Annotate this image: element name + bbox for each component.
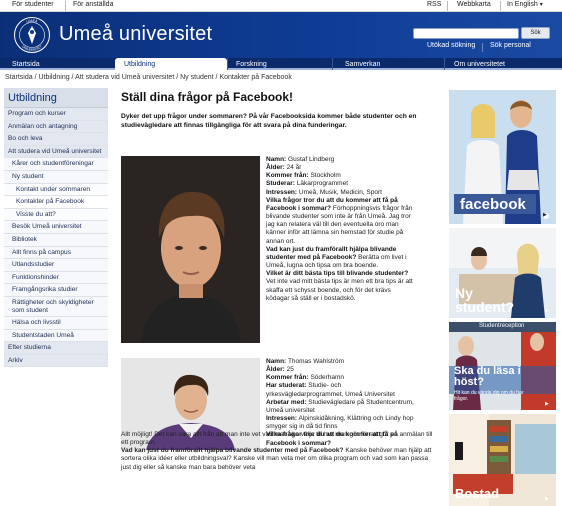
breadcrumb-item[interactable]: Utbildning	[38, 74, 69, 81]
tab-om-universitetet[interactable]: Om universitetet	[445, 58, 562, 70]
ad-facebook-label: facebook	[460, 196, 526, 213]
tab-startsida[interactable]: Startsida	[3, 58, 118, 70]
ad-study-sub: Hit kan du vända dig om du har frågor.	[454, 390, 524, 402]
top-utility-bar: För studenter För anställda RSS Webbkart…	[0, 0, 562, 12]
divider	[500, 1, 501, 11]
link-for-students[interactable]: För studenter	[12, 1, 54, 8]
link-english[interactable]: In English ▾	[507, 1, 543, 8]
ad-facebook[interactable]: facebook ▶	[449, 90, 556, 224]
breadcrumb: Startsida / Utbildning / Att studera vid…	[5, 74, 292, 81]
sidebar-item[interactable]: Efter studierna	[4, 342, 108, 355]
ad-housing[interactable]: Bostad ▶	[449, 414, 556, 506]
breadcrumb-item[interactable]: Startsida	[5, 74, 33, 81]
play-icon: ▶	[545, 401, 549, 407]
ad-study-title: Ska du läsa i höst?	[454, 365, 521, 388]
sidebar-item[interactable]: Framgångsrika studier	[4, 284, 108, 297]
link-rss[interactable]: RSS	[427, 1, 441, 8]
play-icon: ▶	[545, 496, 549, 502]
divider	[482, 43, 483, 52]
sidebar-item[interactable]: Bibliotek	[4, 233, 108, 247]
main-navigation: Startsida Utbildning Forskning Samverkan…	[0, 58, 562, 70]
play-icon: ▶	[545, 308, 549, 314]
sidebar-item[interactable]: Hälsa och livsstil	[4, 317, 108, 330]
profile-gustaf: Namn: Gustaf Lindberg Ålder: 24 år Komme…	[266, 156, 413, 302]
search-button[interactable]: Sök	[521, 27, 550, 39]
sidebar-item[interactable]: Att studera vid Umeå universitet	[4, 145, 108, 159]
english-label: In English	[507, 1, 538, 8]
ad-study-banner: Studentreception	[479, 323, 525, 329]
sidebar-item[interactable]: Anmälan och antagning	[4, 120, 108, 134]
sidebar-item[interactable]: Utlandsstudier	[4, 259, 108, 272]
breadcrumb-item[interactable]: Att studera vid Umeå universitet	[75, 74, 174, 81]
sidebar-item[interactable]: Funktionshinder	[4, 271, 108, 285]
breadcrumb-current: Kontakter på Facebook	[219, 74, 292, 81]
profile-photo-gustaf	[121, 156, 260, 343]
search-input[interactable]	[413, 28, 519, 39]
chevron-down-icon: ▾	[539, 2, 543, 8]
sidebar-item-current[interactable]: Kontakter på Facebook	[4, 196, 108, 209]
sidebar-item[interactable]: Kontakt under sommaren	[4, 183, 108, 197]
seal-icon: UMEÅ UNIVERSITET	[14, 17, 50, 53]
divider	[447, 1, 448, 11]
sidebar-nav: Utbildning Program och kurser Anmälan oc…	[4, 88, 108, 368]
ad-new-student[interactable]: Ny student? ▶	[449, 228, 556, 318]
intro-text: Dyker det upp frågor under sommaren? På …	[121, 113, 417, 129]
university-logo[interactable]: UMEÅ UNIVERSITET	[13, 16, 51, 54]
main-content: Ställ dina frågor på Facebook! Dyker det…	[121, 90, 439, 130]
sidebar-heading[interactable]: Utbildning	[4, 88, 108, 108]
ad-study-reception[interactable]: Studentreception Ska du läsa i höst? Hit…	[449, 322, 556, 410]
link-sitemap[interactable]: Webbkarta	[457, 1, 491, 8]
advanced-search-link[interactable]: Utökad sökning	[427, 42, 475, 49]
svg-text:UMEÅ: UMEÅ	[26, 18, 39, 24]
sidebar-item[interactable]: Rättigheter och skyldigheter som student	[4, 296, 108, 318]
play-icon: ▶	[543, 212, 547, 218]
sidebar-item[interactable]: Studentstaden Umeå	[4, 329, 108, 343]
sidebar-item[interactable]: Bo och leva	[4, 133, 108, 146]
link-for-staff[interactable]: För anställda	[73, 1, 113, 8]
sidebar-item[interactable]: Besök Umeå universitet	[4, 221, 108, 234]
tab-utbildning[interactable]: Utbildning	[115, 58, 227, 70]
page-title: Ställ dina frågor på Facebook!	[121, 90, 294, 104]
search-staff-link[interactable]: Sök personal	[490, 42, 531, 49]
divider	[65, 1, 66, 11]
sidebar-item[interactable]: Program och kurser	[4, 108, 108, 121]
ad-new-student-label: Ny student?	[455, 285, 515, 315]
tab-samverkan[interactable]: Samverkan	[336, 58, 442, 70]
site-brand-title[interactable]: Umeå universitet	[59, 23, 212, 46]
site-header: UMEÅ UNIVERSITET Umeå universitet Sök Ut…	[0, 12, 562, 58]
divider	[332, 58, 333, 70]
tab-forskning[interactable]: Forskning	[227, 58, 332, 70]
sidebar-item[interactable]: Arkiv	[4, 354, 108, 368]
sidebar-item[interactable]: Ny student	[4, 170, 108, 184]
breadcrumb-item[interactable]: Ny student	[180, 74, 213, 81]
ad-housing-label: Bostad	[455, 486, 500, 501]
sidebar-item[interactable]: Visste du att?	[4, 208, 108, 222]
sidebar-item[interactable]: Allt finns på campus	[4, 246, 108, 260]
sidebar-item[interactable]: Kårer och studentföreningar	[4, 158, 108, 171]
profile-thomas-answers: Allt möjligt! Det kan vara allt från att…	[121, 431, 433, 471]
